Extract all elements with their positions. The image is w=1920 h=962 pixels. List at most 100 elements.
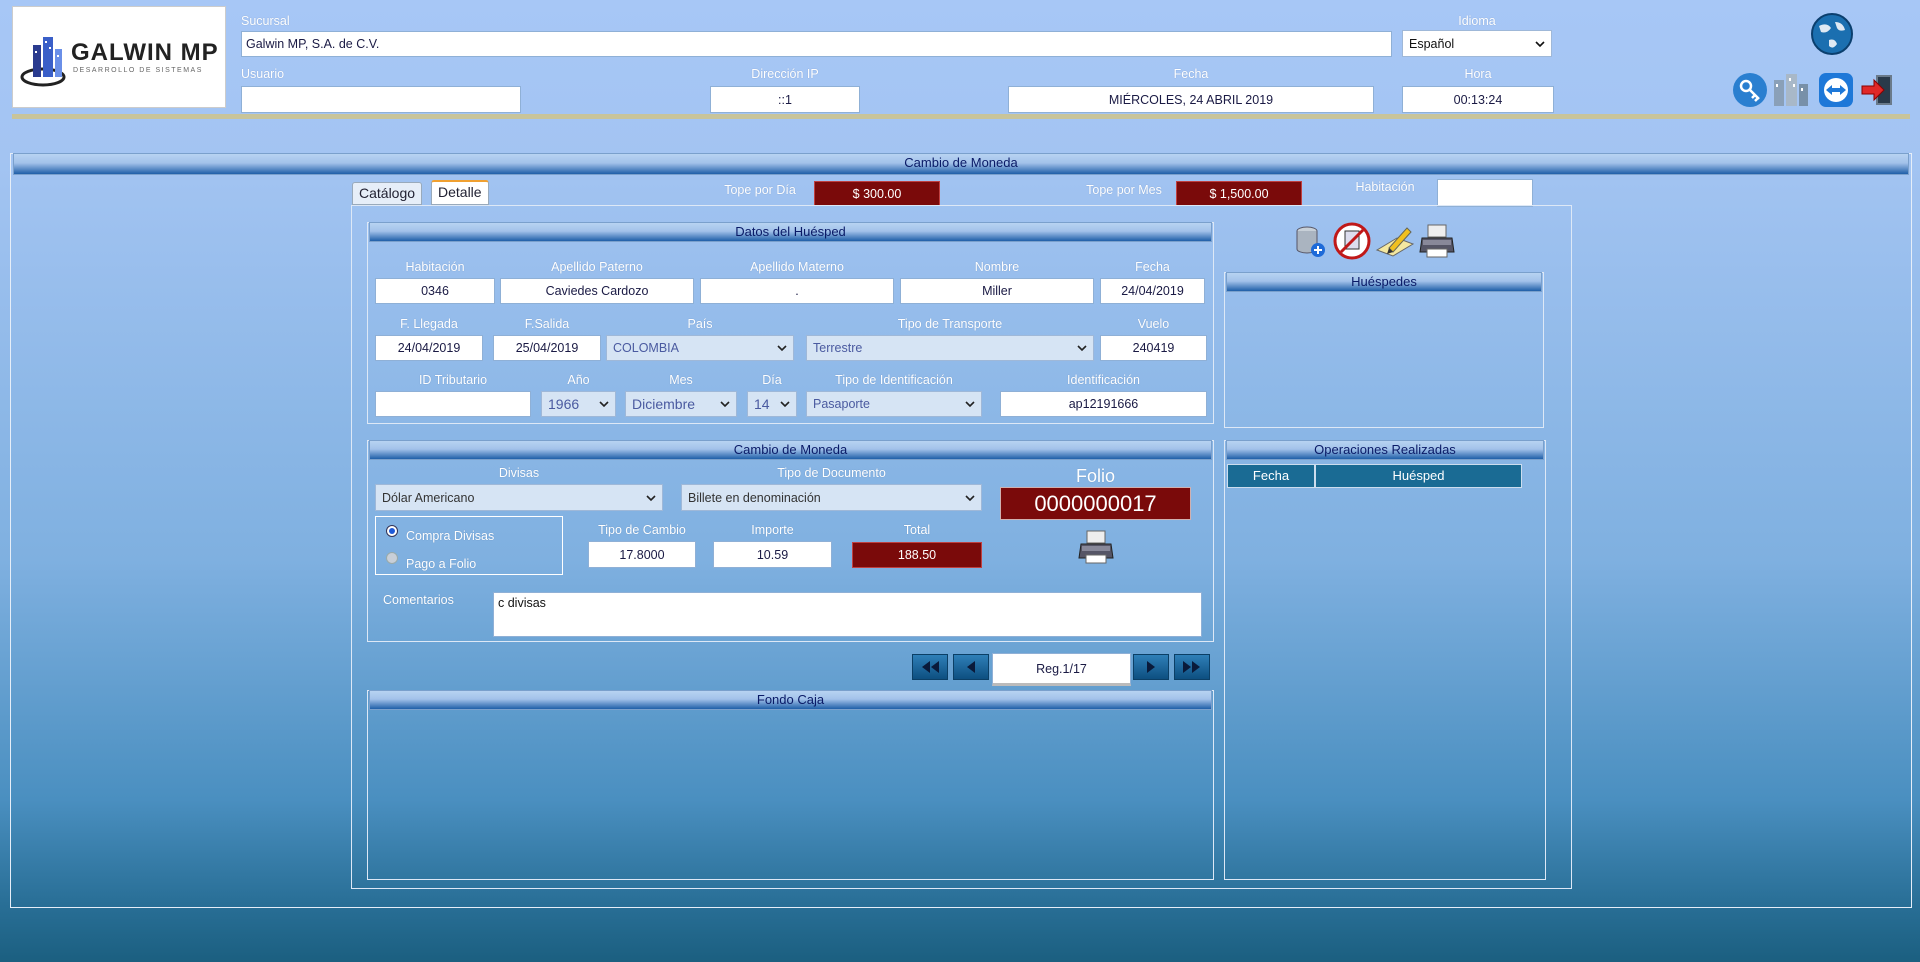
tipo-id-select[interactable]: Pasaporte xyxy=(806,391,982,417)
last-record-button[interactable] xyxy=(1174,654,1210,680)
transporte-label: Tipo de Transporte xyxy=(897,317,1003,331)
salida-field[interactable]: 25/04/2019 xyxy=(493,335,601,361)
vuelo-label: Vuelo xyxy=(1137,317,1170,331)
logo: GALWIN MP DESARROLLO DE SISTEMAS xyxy=(12,6,226,108)
tope-dia-label: Tope por Día xyxy=(724,183,796,197)
transporte-value: Terrestre xyxy=(813,341,863,355)
idioma-value: Español xyxy=(1409,36,1455,51)
dia-select[interactable]: 14 xyxy=(747,391,797,417)
idioma-label: Idioma xyxy=(1458,14,1496,28)
double-arrow-right-icon xyxy=(1183,661,1200,673)
fecha-field: MIÉRCOLES, 24 ABRIL 2019 xyxy=(1008,86,1374,113)
tab-catalogo[interactable]: Catálogo xyxy=(352,182,423,205)
teamviewer-icon[interactable] xyxy=(1818,72,1854,108)
globe-icon[interactable] xyxy=(1809,12,1855,56)
identificacion-label: Identificación xyxy=(1067,373,1140,387)
mes-select[interactable]: Diciembre xyxy=(625,391,737,417)
first-record-button[interactable] xyxy=(912,654,948,680)
prev-record-button[interactable] xyxy=(953,654,989,680)
divisas-label: Divisas xyxy=(498,466,540,480)
tipo-id-value: Pasaporte xyxy=(813,397,870,411)
tipo-doc-label: Tipo de Documento xyxy=(777,466,886,480)
sucursal-field[interactable]: Galwin MP, S.A. de C.V. xyxy=(241,31,1392,57)
chevron-down-icon xyxy=(599,401,609,408)
tributario-label: ID Tributario xyxy=(418,373,488,387)
buildings-icon[interactable] xyxy=(1771,72,1811,108)
fecha-huesped-field[interactable]: 24/04/2019 xyxy=(1100,278,1205,304)
chevron-down-icon xyxy=(780,401,790,408)
huespedes-panel xyxy=(1224,272,1544,428)
operaciones-col-huesped[interactable]: Huésped xyxy=(1315,464,1522,488)
exit-icon[interactable] xyxy=(1860,72,1896,108)
apellido-paterno-field[interactable]: Caviedes Cardozo xyxy=(500,278,694,304)
tipo-cambio-field[interactable]: 17.8000 xyxy=(588,541,696,568)
transporte-select[interactable]: Terrestre xyxy=(806,335,1094,361)
comentarios-field[interactable]: c divisas xyxy=(493,592,1202,637)
sucursal-label: Sucursal xyxy=(241,14,290,28)
record-indicator: Reg.1/17 xyxy=(992,653,1131,686)
tipo-doc-select[interactable]: Billete en denominación xyxy=(681,484,982,511)
apellido-paterno-label: Apellido Paterno xyxy=(551,260,643,274)
edit-icon[interactable] xyxy=(1375,222,1415,260)
importe-field[interactable]: 10.59 xyxy=(713,541,832,568)
importe-label: Importe xyxy=(751,523,794,537)
anio-select[interactable]: 1966 xyxy=(541,391,616,417)
cambio-title: Cambio de Moneda xyxy=(369,440,1212,460)
operaciones-panel xyxy=(1224,440,1546,880)
anio-value: 1966 xyxy=(548,396,580,412)
llegada-label: F. Llegada xyxy=(400,317,458,331)
fondo-panel xyxy=(367,690,1214,880)
habitacion-label: Habitación xyxy=(405,260,465,274)
header-divider xyxy=(12,114,1910,119)
chevron-down-icon xyxy=(965,401,975,408)
divisas-value: Dólar Americano xyxy=(382,490,475,505)
tope-dia-value: $ 300.00 xyxy=(814,181,940,206)
habitacion-field[interactable]: 0346 xyxy=(375,278,495,304)
key-icon[interactable] xyxy=(1732,72,1768,108)
usuario-label: Usuario xyxy=(241,67,285,81)
hora-field: 00:13:24 xyxy=(1402,86,1554,113)
radio-pago[interactable] xyxy=(386,552,398,564)
fecha-huesped-label: Fecha xyxy=(1135,260,1170,274)
pais-select[interactable]: COLOMBIA xyxy=(606,335,794,361)
folio-label: Folio xyxy=(1075,466,1115,486)
vuelo-field[interactable]: 240419 xyxy=(1100,335,1207,361)
usuario-field[interactable] xyxy=(241,86,521,113)
salida-label: F.Salida xyxy=(524,317,570,331)
next-record-button[interactable] xyxy=(1133,654,1169,680)
nombre-field[interactable]: Miller xyxy=(900,278,1094,304)
pais-value: COLOMBIA xyxy=(613,341,679,355)
mes-value: Diciembre xyxy=(632,396,696,412)
cancel-document-icon[interactable] xyxy=(1333,222,1371,260)
llegada-field[interactable]: 24/04/2019 xyxy=(375,335,483,361)
radio-compra-label[interactable]: Compra Divisas xyxy=(406,529,494,543)
total-value: 188.50 xyxy=(852,542,982,568)
print-icon[interactable] xyxy=(1418,222,1458,260)
habitacion-top-field[interactable] xyxy=(1437,179,1533,207)
operaciones-col-fecha[interactable]: Fecha xyxy=(1227,464,1315,488)
printer-icon[interactable] xyxy=(1077,528,1117,566)
hora-label: Hora xyxy=(1464,67,1492,81)
tipo-cambio-label: Tipo de Cambio xyxy=(598,523,686,537)
divisas-select[interactable]: Dólar Americano xyxy=(375,484,663,511)
comentarios-label: Comentarios xyxy=(383,593,454,607)
huespedes-title: Huéspedes xyxy=(1226,272,1542,292)
fondo-title: Fondo Caja xyxy=(369,690,1212,710)
brand-name: GALWIN MP xyxy=(71,39,219,66)
tope-mes-value: $ 1,500.00 xyxy=(1176,181,1302,206)
ip-label: Dirección IP xyxy=(751,67,819,81)
tab-detalle[interactable]: Detalle xyxy=(431,180,489,205)
chevron-down-icon xyxy=(720,401,730,408)
ip-field: ::1 xyxy=(710,86,860,113)
arrow-right-icon xyxy=(1147,661,1155,673)
huesped-title: Datos del Huésped xyxy=(369,222,1212,242)
radio-compra[interactable] xyxy=(386,525,398,537)
radio-pago-label[interactable]: Pago a Folio xyxy=(406,557,476,571)
dia-value: 14 xyxy=(754,396,770,412)
tributario-field[interactable] xyxy=(375,391,531,417)
apellido-materno-field[interactable]: . xyxy=(700,278,894,304)
identificacion-field[interactable]: ap12191666 xyxy=(1000,391,1207,417)
idioma-select[interactable]: Español xyxy=(1402,30,1552,57)
add-database-icon[interactable] xyxy=(1293,224,1327,258)
tope-mes-label: Tope por Mes xyxy=(1086,183,1162,197)
